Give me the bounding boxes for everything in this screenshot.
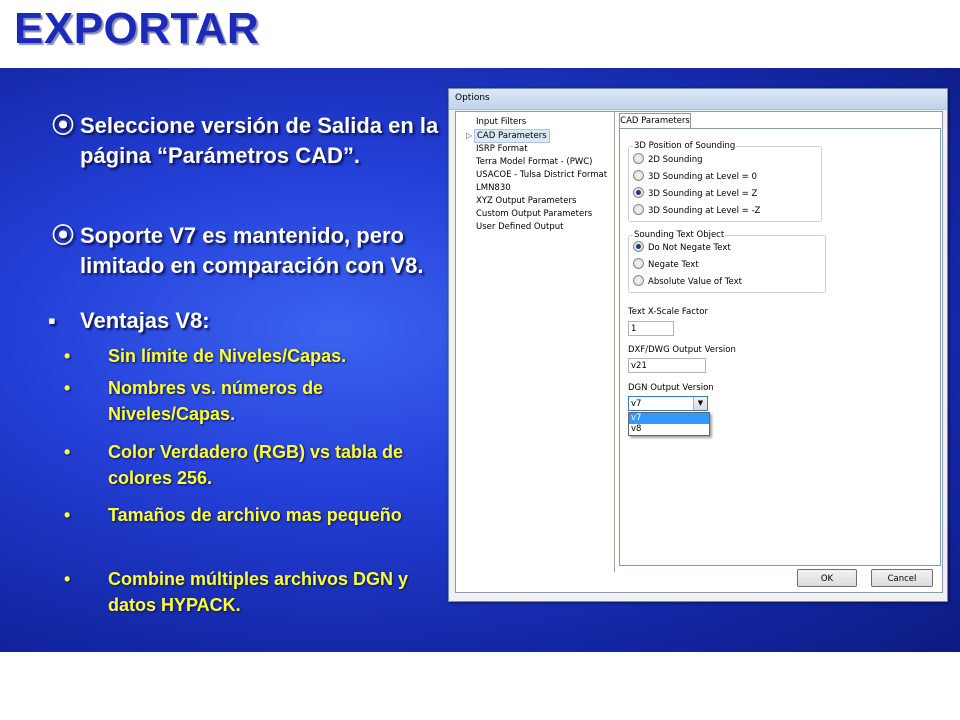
position-of-sounding-group: 3D Position of Sounding 2D Sounding 3D S… bbox=[628, 141, 822, 222]
radio-icon[interactable] bbox=[633, 170, 644, 181]
radio-label: 3D Sounding at Level = 0 bbox=[648, 172, 757, 182]
options-dialog: Options ▷ Input Filters CAD Parameters I… bbox=[448, 88, 948, 602]
radio-label: 2D Sounding bbox=[648, 155, 703, 165]
bullet-text: Nombres vs. números de Niveles/Capas. bbox=[108, 378, 324, 424]
bullet-level1: ⦿ Soporte V7 es mantenido, pero limitado… bbox=[52, 221, 432, 281]
radio-label: Do Not Negate Text bbox=[648, 243, 731, 253]
radio-icon[interactable] bbox=[633, 153, 644, 164]
tree-item-terra-model[interactable]: Terra Model Format - (PWC) bbox=[476, 156, 592, 168]
bullet-text: Ventajas V8: bbox=[80, 308, 210, 333]
dxf-version-select[interactable]: v21 bbox=[628, 358, 706, 373]
bullet-text: Soporte V7 es mantenido, pero limitado e… bbox=[80, 223, 424, 278]
dgn-version-dropdown: v7 v8 bbox=[628, 412, 710, 436]
tab-page: 3D Position of Sounding 2D Sounding 3D S… bbox=[619, 128, 941, 566]
xscale-input[interactable]: 1 bbox=[628, 321, 674, 336]
bullet-text: Combine múltiples archivos DGN y datos H… bbox=[108, 569, 409, 615]
tree-item-xyz-output[interactable]: XYZ Output Parameters bbox=[476, 195, 576, 207]
bullet-level3: • Sin límite de Niveles/Capas. bbox=[64, 343, 444, 369]
bullet-text: Color Verdadero (RGB) vs tabla de colore… bbox=[108, 442, 404, 488]
radio-icon[interactable] bbox=[633, 204, 644, 215]
bullet-marker: ▪ bbox=[48, 308, 56, 333]
slide-title: EXPORTAR bbox=[14, 4, 260, 53]
dialog-title: Options bbox=[455, 93, 490, 103]
bullet-level3: • Combine múltiples archivos DGN y datos… bbox=[64, 566, 444, 618]
options-tree: ▷ Input Filters CAD Parameters ISRP Form… bbox=[456, 112, 615, 572]
dropdown-option-v8[interactable]: v8 bbox=[629, 424, 709, 435]
bullet-marker: • bbox=[64, 346, 71, 366]
sounding-text-object-group: Sounding Text Object Do Not Negate Text … bbox=[628, 230, 826, 293]
radio-2d-sounding[interactable]: 2D Sounding bbox=[633, 153, 703, 167]
dropdown-option-v7[interactable]: v7 bbox=[629, 413, 709, 424]
radio-absolute-value[interactable]: Absolute Value of Text bbox=[633, 275, 742, 289]
radio-negate-text[interactable]: Negate Text bbox=[633, 258, 699, 272]
bullet-level2: ▪ Ventajas V8: bbox=[48, 306, 428, 336]
bullet-marker: • bbox=[64, 442, 71, 462]
dxf-version-label: DXF/DWG Output Version bbox=[628, 345, 736, 355]
bullet-text: Seleccione versión de Salida en la págin… bbox=[80, 113, 439, 168]
dxf-version-value: v21 bbox=[631, 361, 647, 371]
tree-item-user-defined[interactable]: User Defined Output bbox=[476, 221, 563, 233]
bullet-marker: ⦿ bbox=[52, 223, 75, 248]
group-label: 3D Position of Sounding bbox=[633, 141, 737, 151]
tree-item-input-filters[interactable]: Input Filters bbox=[476, 116, 526, 128]
bullet-level3: • Tamaños de archivo mas pequeño bbox=[64, 502, 424, 528]
radio-icon[interactable] bbox=[633, 275, 644, 286]
bullet-text: Sin límite de Niveles/Capas. bbox=[108, 346, 347, 366]
tree-item-usacoe[interactable]: USACOE - Tulsa District Format bbox=[476, 169, 607, 181]
bullet-marker: ⦿ bbox=[52, 113, 75, 138]
radio-selected-icon[interactable] bbox=[633, 241, 644, 252]
group-label: Sounding Text Object bbox=[633, 230, 726, 240]
dialog-titlebar[interactable]: Options bbox=[449, 89, 947, 110]
bullet-marker: • bbox=[64, 378, 71, 398]
xscale-label: Text X-Scale Factor bbox=[628, 307, 708, 317]
tab-cad-parameters[interactable]: CAD Parameters bbox=[619, 113, 691, 129]
chevron-down-icon[interactable]: ▼ bbox=[693, 397, 707, 410]
ok-button[interactable]: OK bbox=[797, 569, 857, 587]
dgn-version-label: DGN Output Version bbox=[628, 383, 714, 393]
dgn-version-select[interactable]: v7 ▼ bbox=[628, 396, 708, 411]
bullet-marker: • bbox=[64, 569, 71, 589]
radio-label: 3D Sounding at Level = -Z bbox=[648, 206, 761, 216]
bullet-marker: • bbox=[64, 505, 71, 525]
dgn-version-value: v7 bbox=[631, 399, 642, 409]
radio-icon[interactable] bbox=[633, 258, 644, 269]
radio-3d-level-neg-z[interactable]: 3D Sounding at Level = -Z bbox=[633, 204, 761, 218]
bullet-level3: • Nombres vs. números de Niveles/Capas. bbox=[64, 375, 424, 427]
radio-3d-level-0[interactable]: 3D Sounding at Level = 0 bbox=[633, 170, 757, 184]
tab-container: CAD Parameters 3D Position of Sounding 2… bbox=[619, 113, 941, 566]
tree-item-isrp-format[interactable]: ISRP Format bbox=[476, 143, 528, 155]
radio-label: Absolute Value of Text bbox=[648, 277, 742, 287]
bullet-text: Tamaños de archivo mas pequeño bbox=[108, 505, 402, 525]
radio-selected-icon[interactable] bbox=[633, 187, 644, 198]
bullet-list: ⦿ Seleccione versión de Salida en la pág… bbox=[0, 68, 450, 652]
radio-do-not-negate[interactable]: Do Not Negate Text bbox=[633, 241, 731, 255]
bullet-level1: ⦿ Seleccione versión de Salida en la pág… bbox=[52, 111, 447, 171]
bullet-level3: • Color Verdadero (RGB) vs tabla de colo… bbox=[64, 439, 424, 491]
tree-item-custom-output[interactable]: Custom Output Parameters bbox=[476, 208, 592, 220]
radio-3d-level-z[interactable]: 3D Sounding at Level = Z bbox=[633, 187, 758, 201]
radio-label: 3D Sounding at Level = Z bbox=[648, 189, 758, 199]
tree-item-cad-parameters[interactable]: CAD Parameters bbox=[474, 129, 550, 143]
radio-label: Negate Text bbox=[648, 260, 699, 270]
tree-expand-icon[interactable]: ▷ bbox=[466, 131, 472, 140]
tree-item-lmn830[interactable]: LMN830 bbox=[476, 182, 511, 194]
cancel-button[interactable]: Cancel bbox=[871, 569, 933, 587]
